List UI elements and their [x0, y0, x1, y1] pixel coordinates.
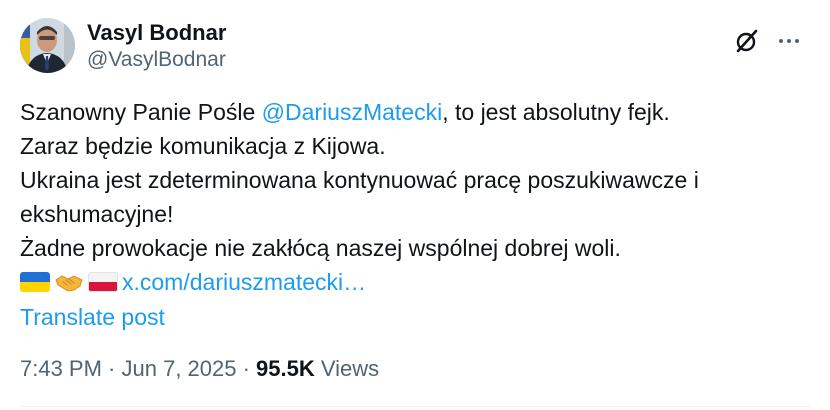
divider	[20, 406, 810, 407]
post-line-1: Szanowny Panie Pośle @DariuszMatecki, to…	[20, 95, 810, 129]
post-header: Vasyl Bodnar @VasylBodnar	[20, 18, 226, 73]
post-line-6: x.com/dariuszmatecki…	[20, 265, 810, 299]
more-dots-icon[interactable]	[774, 26, 804, 56]
post-line-1-suffix: , to jest absolutny fejk.	[442, 99, 670, 125]
post-line-1-prefix: Szanowny Panie Pośle	[20, 99, 262, 125]
flag-ukraine-icon	[20, 272, 50, 292]
meta-separator: ·	[101, 356, 122, 381]
post-line-3: Ukraina jest zdeterminowana kontynuować …	[20, 167, 699, 193]
author-display-name[interactable]: Vasyl Bodnar	[87, 19, 226, 46]
handshake-icon	[54, 269, 84, 293]
author-names: Vasyl Bodnar @VasylBodnar	[87, 19, 226, 73]
avatar-image	[20, 18, 75, 73]
post-line-5: Żadne prowokacje nie zakłócą naszej wspó…	[20, 235, 621, 261]
post-actions-top	[732, 26, 804, 56]
post-card: Vasyl Bodnar @VasylBodnar Szanowny Panie…	[0, 0, 830, 410]
grok-slash-icon[interactable]	[732, 26, 762, 56]
post-text: Szanowny Panie Pośle @DariuszMatecki, to…	[20, 95, 810, 299]
avatar[interactable]	[20, 18, 75, 73]
external-link[interactable]: x.com/dariuszmatecki…	[122, 269, 366, 295]
views-count[interactable]: 95.5K	[256, 356, 315, 381]
author-handle[interactable]: @VasylBodnar	[87, 46, 226, 73]
views-label: Views	[314, 356, 380, 381]
post-date[interactable]: Jun 7, 2025	[122, 356, 237, 381]
post-line-4: ekshumacyjne!	[20, 201, 174, 227]
meta-separator-2: ·	[236, 356, 257, 381]
post-time[interactable]: 7:43 PM	[20, 356, 102, 381]
translate-post-link[interactable]: Translate post	[20, 300, 165, 334]
post-line-2: Zaraz będzie komunikacja z Kijowa.	[20, 133, 386, 159]
mention-link[interactable]: @DariuszMatecki	[262, 99, 443, 125]
post-meta: 7:43 PM · Jun 7, 2025 · 95.5K Views	[20, 353, 379, 385]
flag-poland-icon	[88, 272, 118, 292]
